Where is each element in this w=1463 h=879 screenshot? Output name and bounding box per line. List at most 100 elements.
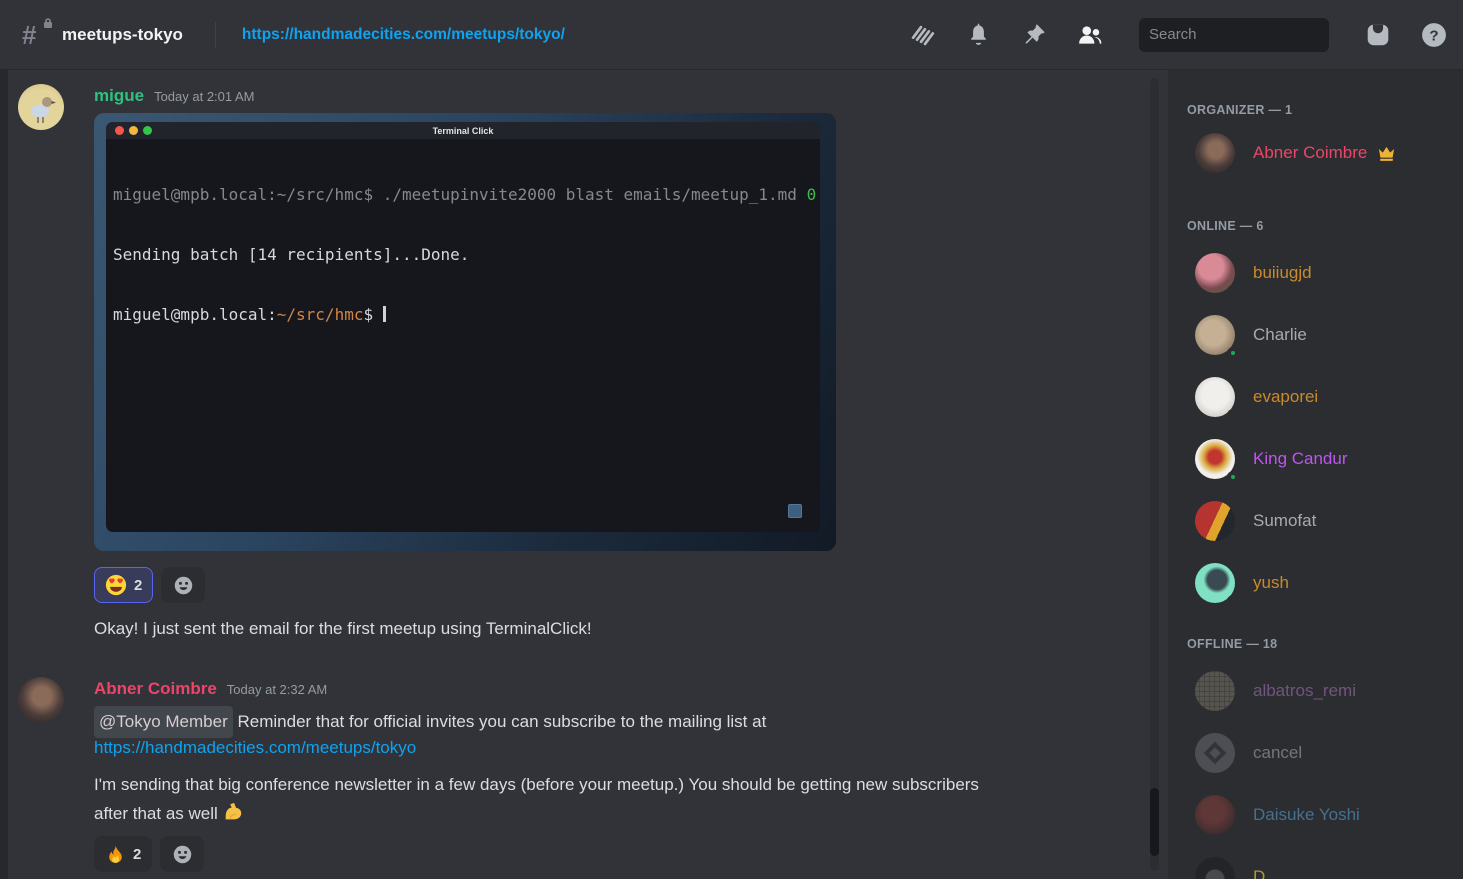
section-organizer: ORGANIZER — 1 [1187, 103, 1455, 119]
status-idle-icon [1227, 165, 1239, 177]
terminal-line-2: Sending batch [14 recipients]...Done. [113, 245, 820, 265]
locked-channel-icon: # [22, 20, 52, 50]
status-idle-icon [1227, 285, 1239, 297]
reaction-count: 2 [133, 846, 141, 863]
add-reaction-button[interactable] [161, 567, 205, 603]
avatar [1195, 501, 1235, 541]
member-name: Daisuke Yoshi [1253, 805, 1360, 825]
lock-icon [42, 17, 54, 29]
fire-emoji [105, 844, 126, 865]
member-row-abner[interactable]: Abner Coimbre [1187, 129, 1455, 177]
reaction-fire[interactable]: 2 [94, 836, 152, 872]
status-idle-icon [1227, 533, 1239, 545]
channel-topic-link[interactable]: https://handmadecities.com/meetups/tokyo… [242, 26, 565, 44]
avatar [1195, 671, 1235, 711]
avatar-migue[interactable] [18, 84, 64, 130]
member-list-toggle-icon[interactable] [1077, 22, 1103, 48]
status-idle-icon [1227, 595, 1239, 607]
message-list: migue Today at 2:01 AM Terminal Click mi… [8, 70, 1148, 879]
terminal-titlebar: Terminal Click [106, 122, 820, 139]
channel-title-group: # meetups-tokyo [22, 20, 183, 50]
avatar-abner[interactable] [18, 677, 64, 723]
member-row-daisuke-yoshi[interactable]: Daisuke Yoshi [1187, 791, 1455, 839]
member-row-yush[interactable]: yush [1187, 559, 1455, 607]
member-name: buiiugjd [1253, 263, 1312, 283]
message-header: migue Today at 2:01 AM [94, 86, 255, 106]
terminal-title: Terminal Click [433, 126, 494, 136]
terminal-cursor [383, 306, 386, 322]
member-row-partial[interactable]: D [1187, 853, 1455, 879]
reaction-count: 2 [134, 577, 142, 594]
terminal-window: Terminal Click miguel@mpb.local:~/src/hm… [106, 122, 820, 532]
owner-crown-icon [1377, 144, 1396, 163]
help-icon[interactable]: ? [1421, 22, 1447, 48]
avatar [1195, 857, 1235, 879]
message-text: I'm sending that big conference newslett… [94, 770, 994, 828]
discord-app: # meetups-tokyo https://handmadecities.c… [0, 0, 1463, 879]
username-migue[interactable]: migue [94, 86, 144, 106]
close-window-icon [115, 126, 124, 135]
status-idle-icon [1227, 409, 1239, 421]
section-online: ONLINE — 6 [1187, 219, 1455, 235]
channel-name: meetups-tokyo [62, 25, 183, 45]
member-name: yush [1253, 573, 1289, 593]
message-text-with-mention: @Tokyo Member Reminder that for official… [94, 706, 766, 738]
reaction-heart-eyes[interactable]: 2 [94, 567, 153, 603]
terminal-line-3: miguel@mpb.local:~/src/hmc$ [113, 305, 820, 325]
threads-icon[interactable] [909, 22, 935, 48]
add-reaction-button[interactable] [160, 836, 204, 872]
message-link[interactable]: https://handmadecities.com/meetups/tokyo [94, 738, 416, 758]
message-text: Okay! I just sent the email for the firs… [94, 615, 592, 642]
terminal-screenshot-attachment[interactable]: Terminal Click miguel@mpb.local:~/src/hm… [94, 113, 836, 551]
section-offline: OFFLINE — 18 [1187, 637, 1455, 653]
member-name: Charlie [1253, 325, 1307, 345]
member-name: King Candur [1253, 449, 1348, 469]
flex-bicep-emoji [222, 801, 244, 823]
member-name: albatros_remi [1253, 681, 1356, 701]
avatar [1195, 315, 1235, 355]
avatar [1195, 795, 1235, 835]
member-row-evaporei[interactable]: evaporei [1187, 373, 1455, 421]
avatar [1195, 377, 1235, 417]
header-divider [215, 22, 216, 48]
avatar [1195, 439, 1235, 479]
pinned-messages-icon[interactable] [1021, 22, 1047, 48]
add-reaction-smiley-icon [172, 844, 193, 865]
member-row-cancel[interactable]: cancel [1187, 729, 1455, 777]
terminal-corner-widget [788, 504, 802, 518]
status-online-icon [1227, 471, 1239, 483]
member-row-buiiugjd[interactable]: buiiugjd [1187, 249, 1455, 297]
terminal-line-1: miguel@mpb.local:~/src/hmc$ ./meetupinvi… [113, 185, 820, 205]
timestamp: Today at 2:32 AM [227, 682, 327, 697]
reaction-bar: 2 [94, 836, 204, 872]
message-header: Abner Coimbre Today at 2:32 AM [94, 679, 327, 699]
chat-scrollbar-thumb[interactable] [1150, 788, 1159, 856]
member-row-albatros-remi[interactable]: albatros_remi [1187, 667, 1455, 715]
status-online-icon [1227, 347, 1239, 359]
inbox-icon[interactable] [1365, 22, 1391, 48]
avatar [1195, 563, 1235, 603]
member-row-sumofat[interactable]: Sumofat [1187, 497, 1455, 545]
member-name: evaporei [1253, 387, 1318, 407]
avatar [1195, 733, 1235, 773]
search-box [1139, 18, 1329, 52]
zoom-window-icon [143, 126, 152, 135]
bird-avatar-art [18, 84, 64, 130]
member-name: Sumofat [1253, 511, 1316, 531]
message-text: Reminder that for official invites you c… [237, 712, 766, 731]
minimize-window-icon [129, 126, 138, 135]
role-mention-tokyo-member[interactable]: @Tokyo Member [94, 706, 233, 738]
svg-text:?: ? [1429, 27, 1438, 44]
timestamp: Today at 2:01 AM [154, 89, 254, 104]
chat-scrollbar-track[interactable] [1150, 78, 1159, 871]
member-name: Abner Coimbre [1253, 143, 1367, 163]
member-name: D [1253, 867, 1265, 879]
search-input[interactable] [1149, 26, 1348, 43]
member-row-king-candur[interactable]: King Candur [1187, 435, 1455, 483]
avatar [1195, 133, 1235, 173]
window-traffic-lights [115, 126, 152, 135]
channel-header: # meetups-tokyo https://handmadecities.c… [0, 0, 1463, 70]
username-abner[interactable]: Abner Coimbre [94, 679, 217, 699]
notifications-bell-icon[interactable] [965, 22, 991, 48]
member-row-charlie[interactable]: Charlie [1187, 311, 1455, 359]
